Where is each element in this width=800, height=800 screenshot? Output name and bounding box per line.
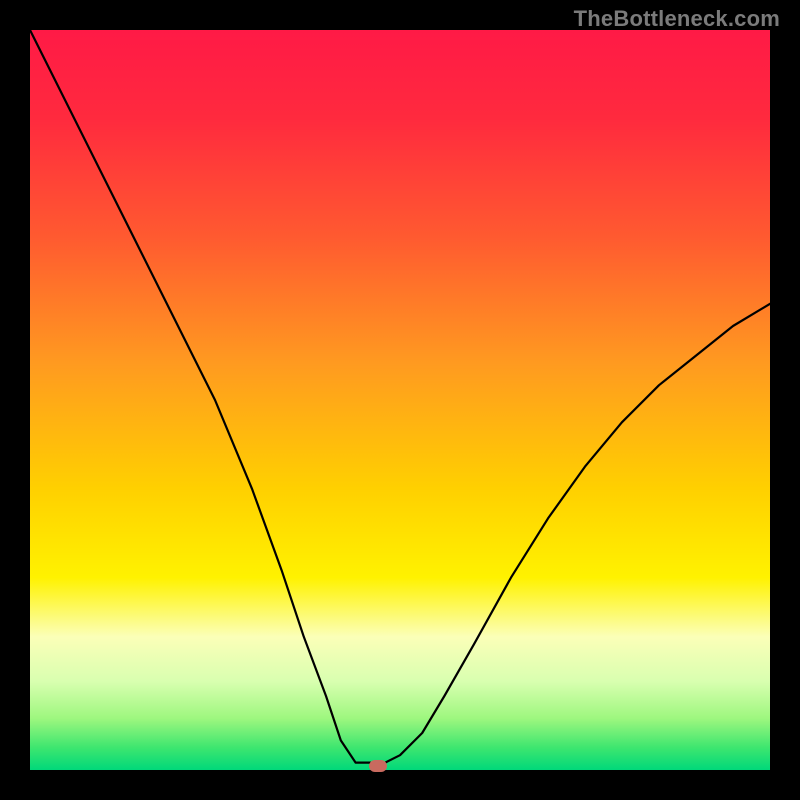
bottleneck-curve (30, 30, 770, 770)
optimal-point-marker (369, 760, 387, 772)
plot-area (30, 30, 770, 770)
chart-frame: TheBottleneck.com (0, 0, 800, 800)
watermark-text: TheBottleneck.com (574, 6, 780, 32)
